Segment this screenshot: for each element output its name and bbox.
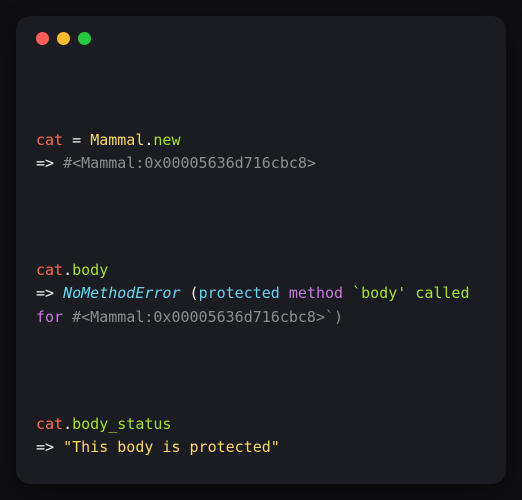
keyword: for: [36, 308, 63, 326]
variable: cat: [36, 131, 63, 149]
object-inspect: #<Mammal:0x00005636d716cbc8>: [63, 154, 316, 172]
variable: cat: [36, 261, 63, 279]
arrow: =>: [36, 284, 63, 302]
method: body_status: [72, 415, 171, 433]
close-icon[interactable]: [36, 32, 49, 45]
object-inspect: #<Mammal:0x00005636d716cbc8>`): [63, 308, 343, 326]
operator: =: [63, 131, 90, 149]
class-name: Mammal: [90, 131, 144, 149]
maximize-icon[interactable]: [78, 32, 91, 45]
code-line-group: cat.body_status => "This body is protecte…: [36, 413, 486, 460]
arrow: =>: [36, 438, 63, 456]
punct: .: [63, 261, 72, 279]
keyword: called: [415, 284, 478, 302]
punct: (: [181, 284, 199, 302]
code-line-group: cat = Mammal.new=> #<Mammal:0x00005636d7…: [36, 129, 486, 176]
code-line-group: cat.body => NoMethodError (protected meth…: [36, 259, 486, 329]
variable: cat: [36, 415, 63, 433]
terminal-window: cat = Mammal. new => #<Mammal:0x00005636d7…: [16, 16, 506, 484]
method: new: [153, 131, 180, 149]
keyword: method: [289, 284, 343, 302]
method: body: [72, 261, 108, 279]
keyword: protected: [199, 284, 280, 302]
minimize-icon[interactable]: [57, 32, 70, 45]
window-controls: [36, 32, 486, 45]
error-class: NoMethodError: [63, 284, 180, 302]
code-block: cat = Mammal. new => #<Mammal:0x00005636d7…: [36, 59, 486, 484]
literal: `body': [343, 284, 406, 302]
punct: .: [63, 415, 72, 433]
string-literal: "This body is protected": [63, 438, 280, 456]
arrow: =>: [36, 154, 63, 172]
